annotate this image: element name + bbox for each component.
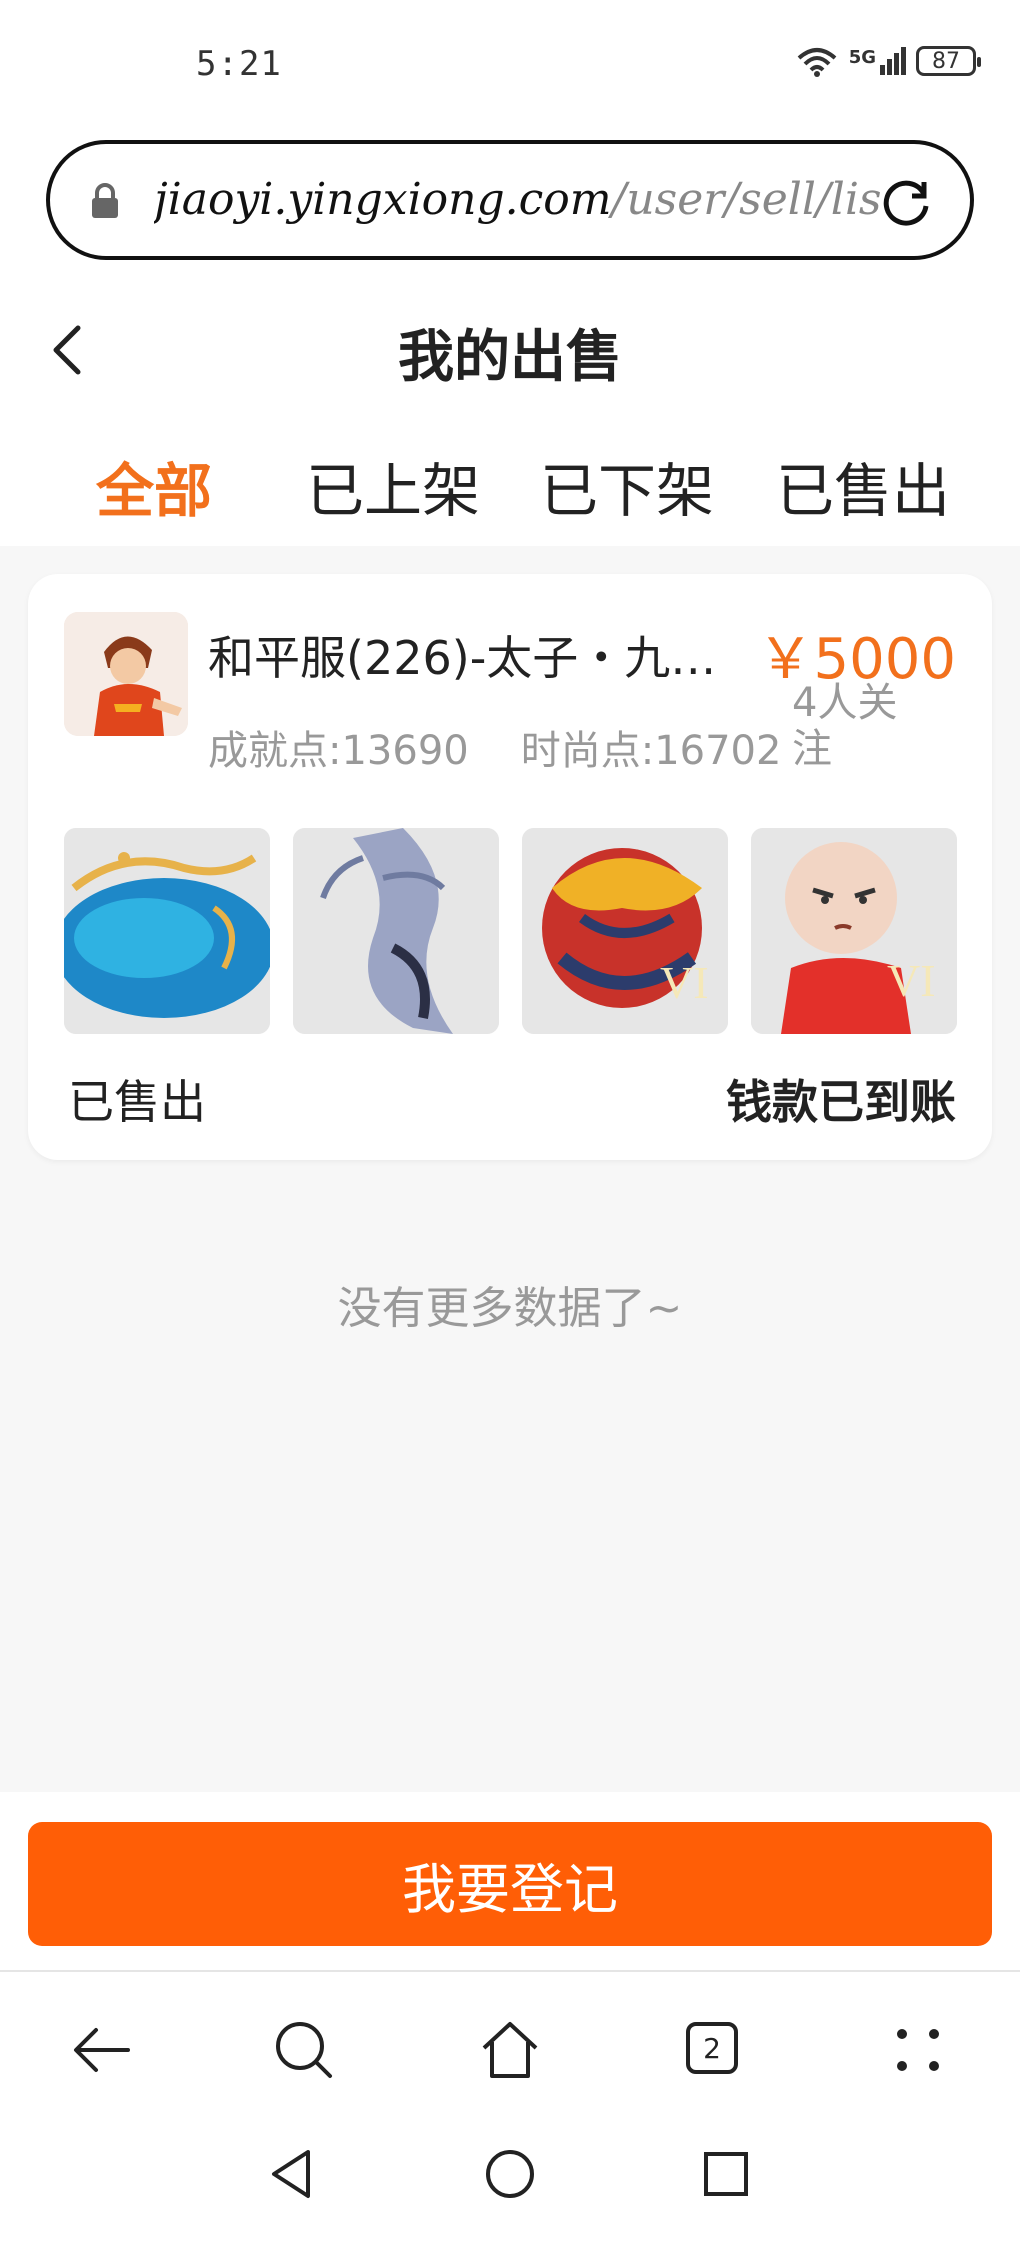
wifi-icon: [797, 48, 837, 77]
page-title: 我的出售: [398, 325, 622, 390]
thumbnail-dragon[interactable]: [293, 828, 499, 1034]
battery-level: 87: [932, 48, 960, 74]
tab-listed[interactable]: 已上架: [306, 444, 480, 528]
reload-icon[interactable]: [878, 174, 934, 230]
url-host: jiaoyi.yingxiong.com: [154, 174, 612, 225]
url-text[interactable]: jiaoyi.yingxiong.com/user/sell/lis: [154, 174, 894, 225]
register-button[interactable]: 我要登记: [28, 1822, 992, 1946]
end-of-list-hint: 没有更多数据了~: [337, 1283, 683, 1334]
vip-badge: VI: [660, 957, 709, 1008]
more-menu-icon[interactable]: [886, 2018, 950, 2082]
page: 5:21 5G 87 jiaoyi.yingxiong.com/user/sel…: [0, 0, 1020, 2244]
achievement-points: 成就点:13690: [208, 728, 469, 774]
network-label: 5G: [848, 47, 876, 68]
thumbnail-whale[interactable]: [64, 828, 270, 1034]
system-nav-bar: [0, 2122, 1020, 2244]
browser-toolbar: 2: [0, 1972, 1020, 2122]
battery-icon: 87: [916, 46, 981, 76]
character-avatar: [64, 612, 188, 736]
tab-sold[interactable]: 已售出: [776, 444, 950, 528]
signal-icon: 5G: [849, 47, 906, 75]
tabs-button[interactable]: 2: [682, 2018, 746, 2082]
tab-delisted[interactable]: 已下架: [540, 444, 714, 528]
vip-badge: VI: [887, 955, 936, 1006]
sale-status: 已售出: [68, 1075, 206, 1129]
url-path: /user/sell/lis: [611, 174, 882, 225]
listing-title: 和平服(226)-太子・九…: [208, 631, 717, 685]
page-header: 我的出售: [0, 290, 1020, 410]
listing-card[interactable]: 和平服(226)-太子・九… ￥5000 成就点:13690 时尚点:16702 …: [28, 574, 992, 1160]
system-home-icon[interactable]: [482, 2146, 538, 2202]
thumbnail-lion[interactable]: VI: [522, 828, 728, 1034]
fashion-points: 时尚点:16702: [520, 728, 782, 774]
system-back-icon[interactable]: [264, 2146, 320, 2202]
listing-stats: 成就点:13690 时尚点:16702: [208, 718, 781, 776]
lock-icon: [92, 183, 118, 218]
url-bar[interactable]: jiaoyi.yingxiong.com/user/sell/lis: [46, 140, 974, 260]
search-icon[interactable]: [272, 2018, 336, 2082]
payout-status: 钱款已到账: [726, 1075, 956, 1129]
status-bar: 5:21 5G 87: [0, 0, 1020, 120]
tab-bar: 全部 已上架 已下架 已售出: [0, 430, 1020, 540]
status-icons: 5G 87: [795, 44, 981, 78]
back-arrow-icon[interactable]: [70, 2018, 134, 2082]
item-thumbnails: VI VI: [64, 828, 957, 1034]
tab-all[interactable]: 全部: [96, 444, 212, 528]
tab-count: 2: [686, 2022, 738, 2074]
thumbnail-character[interactable]: VI: [751, 828, 957, 1034]
system-recents-icon[interactable]: [698, 2146, 754, 2202]
home-icon[interactable]: [478, 2018, 542, 2082]
follower-count: 4人关注: [792, 680, 898, 772]
status-time: 5:21: [196, 44, 282, 84]
